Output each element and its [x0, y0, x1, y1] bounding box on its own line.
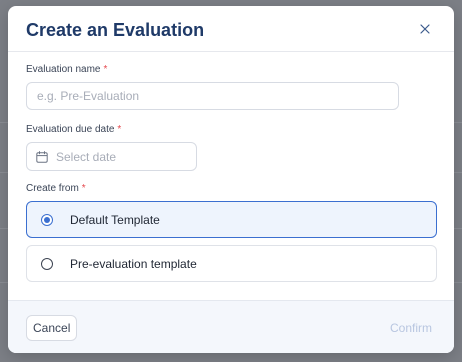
calendar-icon	[36, 150, 48, 163]
radio-unselected-icon	[41, 257, 53, 270]
option-pre-evaluation-template[interactable]: Pre-evaluation template	[26, 245, 437, 282]
dialog-header: Create an Evaluation	[8, 6, 454, 52]
dialog-footer: Cancel Confirm	[8, 300, 454, 353]
create-from-label: Create from *	[26, 183, 86, 194]
evaluation-name-input[interactable]	[26, 82, 399, 110]
create-evaluation-dialog: Create an Evaluation Evaluation name* Ev…	[8, 6, 454, 353]
close-button[interactable]	[416, 20, 434, 38]
create-from-label-text: Create from	[26, 183, 79, 194]
option-default-template[interactable]: Default Template	[26, 201, 437, 238]
due-date-label-text: Evaluation due date	[26, 124, 115, 135]
date-placeholder: Select date	[56, 149, 117, 164]
required-mark: *	[81, 183, 86, 194]
confirm-button[interactable]: Confirm	[382, 315, 440, 341]
radio-dot	[44, 216, 50, 223]
close-icon	[420, 24, 430, 34]
cancel-button[interactable]: Cancel	[26, 315, 78, 341]
evaluation-name-label: Evaluation name *	[26, 64, 107, 75]
due-date-picker[interactable]: Select date	[26, 142, 197, 171]
option-label: Default Template	[70, 212, 160, 227]
radio-selected-icon	[41, 213, 53, 226]
required-mark: *	[103, 64, 108, 75]
dialog-title: Create an Evaluation	[26, 20, 205, 40]
option-label: Pre-evaluation template	[70, 256, 197, 271]
due-date-label: Evaluation due date *	[26, 124, 121, 135]
evaluation-name-label-text: Evaluation name	[26, 64, 101, 75]
required-mark: *	[117, 124, 122, 135]
